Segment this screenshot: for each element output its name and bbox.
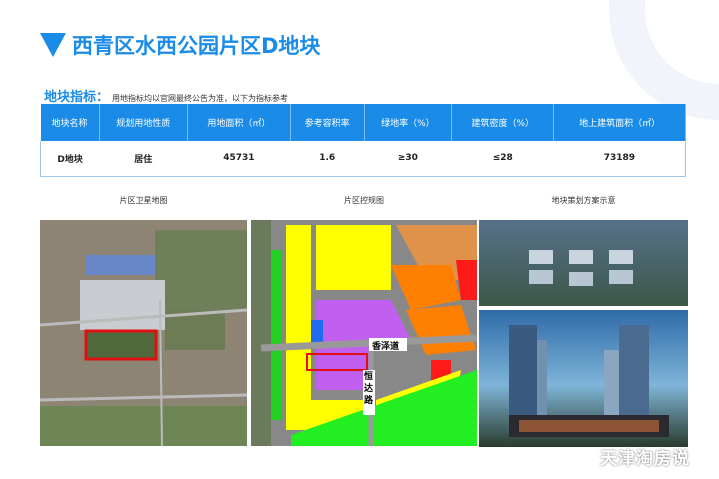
header-cell: 建筑密度（%） — [451, 104, 555, 141]
cell: 45731 — [187, 141, 291, 177]
header-cell: 用地面积（㎡） — [187, 104, 291, 141]
header-cell: 规划用地性质 — [99, 104, 188, 141]
satellite-map-image — [39, 220, 248, 447]
header-cell: 地块名称 — [40, 104, 100, 141]
street-render-image — [479, 310, 688, 447]
road-label-hengda: 恒达路 — [364, 372, 374, 406]
indicator-table: 地块名称 规划用地性质 用地面积（㎡） 参考容积率 绿地率（%） 建筑密度（%）… — [40, 104, 686, 177]
road-label-xiangze: 香泽道 — [372, 342, 400, 352]
triangle-logo-icon — [40, 33, 66, 57]
cell: 73189 — [553, 141, 686, 177]
table-row: D地块 居住 45731 1.6 ≥30 ≤28 73189 — [40, 141, 686, 177]
cell: 居住 — [99, 141, 188, 177]
aerial-render-image — [479, 220, 688, 306]
header-cell: 地上建筑面积（㎡） — [553, 104, 686, 141]
caption-satellite: 片区卫星地图 — [119, 196, 168, 205]
zoning-map-image: 香泽道 恒达路 — [251, 220, 478, 446]
cell: ≤28 — [451, 141, 554, 177]
caption-render: 地块策划方案示意 — [551, 196, 616, 205]
subtitle: 地块指标： 用地指标均以官网最终公告为准，以下为指标参考 — [44, 86, 288, 105]
table-header: 地块名称 规划用地性质 用地面积（㎡） 参考容积率 绿地率（%） 建筑密度（%）… — [40, 104, 686, 141]
subtitle-note: 用地指标均以官网最终公告为准，以下为指标参考 — [112, 94, 289, 103]
cell: ≥30 — [364, 141, 452, 177]
subtitle-label: 地块指标： — [44, 90, 110, 105]
watermark: 天津淘房说 — [600, 449, 690, 469]
background-decoration — [609, 0, 719, 120]
header-cell: 参考容积率 — [290, 104, 365, 141]
header-cell: 绿地率（%） — [364, 104, 453, 141]
cell: D地块 — [40, 141, 100, 177]
caption-zoning: 片区控规图 — [344, 196, 384, 205]
cell: 1.6 — [290, 141, 365, 177]
title-text: 西青区水西公园片区D地块 — [72, 34, 321, 58]
page-title: 西青区水西公园片区D地块 — [40, 30, 320, 60]
